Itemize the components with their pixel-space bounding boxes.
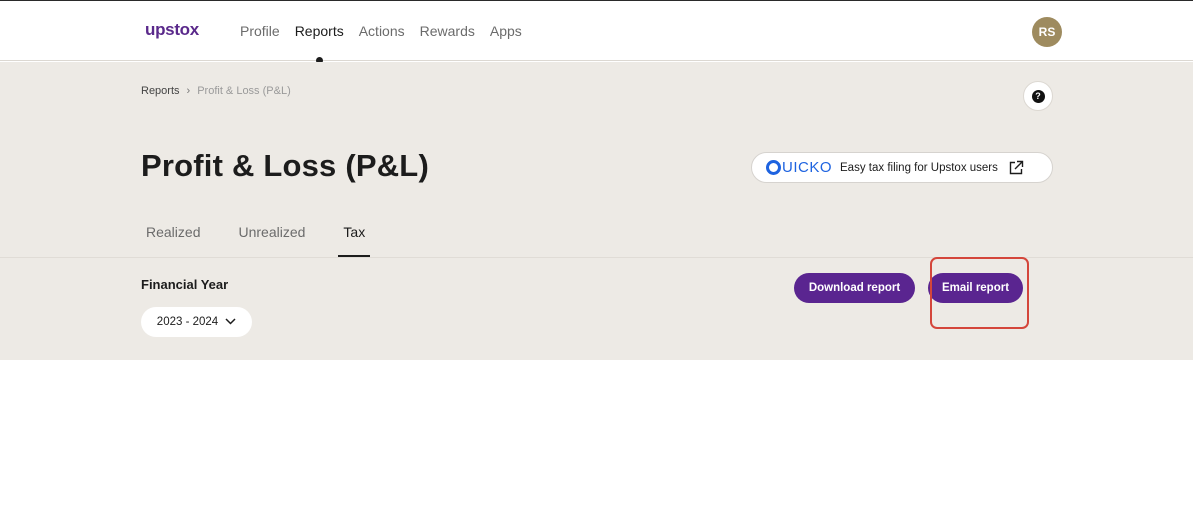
user-avatar[interactable]: RS: [1032, 17, 1062, 47]
chevron-down-icon: [225, 316, 236, 328]
top-navbar: upstox Profile Reports Actions Rewards A…: [0, 1, 1193, 64]
breadcrumb-reports-link[interactable]: Reports: [141, 85, 180, 97]
financial-year-label: Financial Year: [141, 277, 229, 292]
main-nav: Profile Reports Actions Rewards Apps: [240, 23, 522, 64]
quicko-brand-text: UICKO: [782, 159, 833, 176]
email-report-highlight-box: [930, 257, 1029, 329]
external-link-icon: [1008, 160, 1024, 176]
tab-unrealized[interactable]: Unrealized: [233, 214, 310, 257]
nav-item-profile[interactable]: Profile: [240, 23, 280, 39]
page-title: Profit & Loss (P&L): [141, 148, 429, 183]
breadcrumb-current: Profit & Loss (P&L): [197, 85, 291, 97]
breadcrumb-separator: ›: [186, 85, 191, 97]
help-button[interactable]: ?: [1023, 81, 1053, 111]
nav-item-actions[interactable]: Actions: [359, 23, 405, 39]
financial-year-value: 2023 - 2024: [156, 316, 219, 328]
quicko-banner-button[interactable]: UICKO Easy tax filing for Upstox users: [751, 152, 1053, 183]
nav-item-reports[interactable]: Reports: [295, 23, 344, 64]
financial-year-dropdown[interactable]: 2023 - 2024: [141, 307, 252, 337]
tab-tax[interactable]: Tax: [338, 214, 371, 257]
reports-panel: Reports › Profit & Loss (P&L) ? Profit &…: [0, 62, 1193, 360]
quicko-q-icon: [766, 160, 781, 175]
tab-realized[interactable]: Realized: [141, 214, 205, 257]
report-tabs: Realized Unrealized Tax: [141, 214, 398, 257]
nav-item-rewards[interactable]: Rewards: [420, 23, 475, 39]
nav-item-apps[interactable]: Apps: [490, 23, 522, 39]
quicko-logo: UICKO: [766, 159, 832, 176]
help-icon: ?: [1031, 89, 1045, 103]
download-report-button[interactable]: Download report: [794, 273, 915, 303]
upstox-logo[interactable]: upstox: [145, 20, 199, 40]
quicko-tagline: Easy tax filing for Upstox users: [840, 161, 998, 174]
breadcrumb: Reports › Profit & Loss (P&L): [141, 85, 291, 97]
